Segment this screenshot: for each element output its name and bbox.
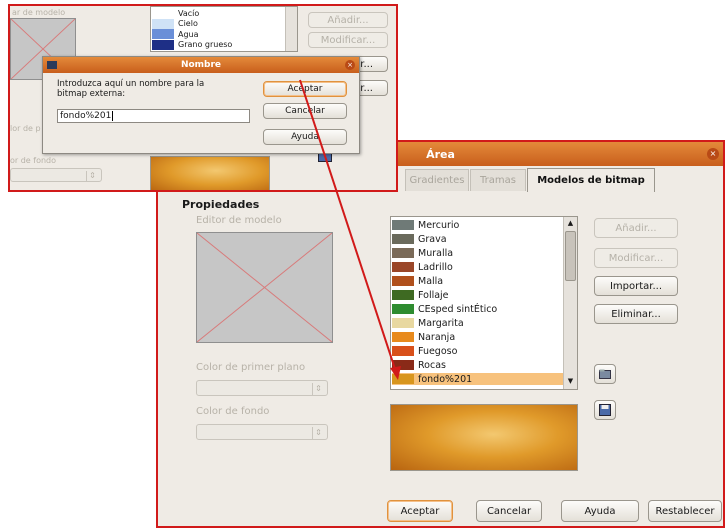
- annotation-arrow: [299, 79, 401, 380]
